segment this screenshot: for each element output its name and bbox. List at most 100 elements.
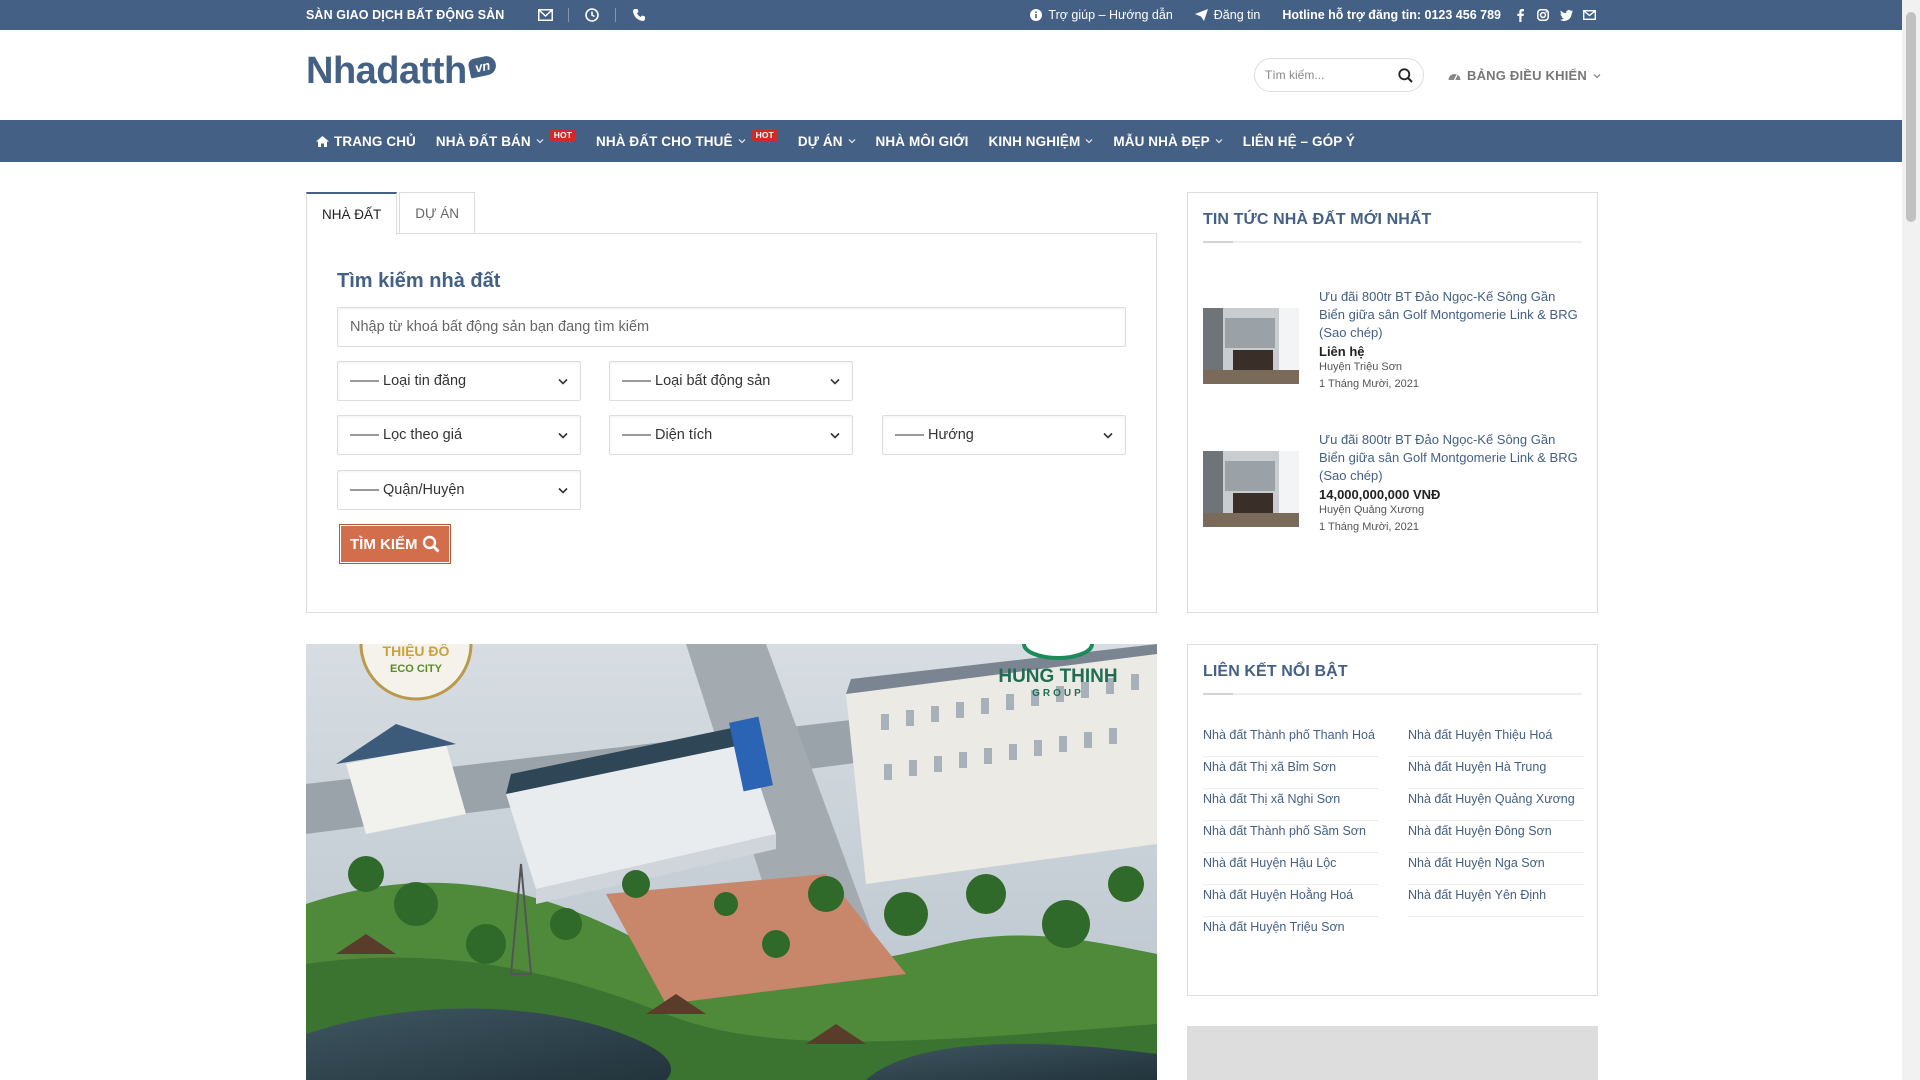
chevron-down-icon bbox=[1103, 432, 1113, 439]
info-icon bbox=[1030, 9, 1043, 21]
home-icon bbox=[316, 135, 329, 147]
direction-select[interactable]: —— Hướng bbox=[882, 415, 1126, 455]
district-select[interactable]: —— Quận/Huyện bbox=[337, 470, 581, 510]
project-banner-image[interactable]: THIỆU ĐÔ ECO CITY HUNG THINH GROUP bbox=[306, 644, 1157, 1080]
featured-links-widget: LIÊN KẾT NỔI BẬT Nhà đất Thành phố Thanh… bbox=[1187, 644, 1598, 996]
banner-logo-right-line1: HUNG THINH bbox=[998, 666, 1117, 687]
news-title[interactable]: Ưu đãi 800tr BT Đảo Ngọc-Kế Sông Gần Biể… bbox=[1319, 431, 1583, 485]
featured-link[interactable]: Nhà đất Huyện Nga Sơn bbox=[1408, 853, 1584, 885]
search-submit-label: TÌM KIẾM bbox=[350, 535, 418, 553]
search-submit-button[interactable]: TÌM KIẾM bbox=[339, 524, 451, 564]
search-tabs: NHÀ ĐẤT DỰ ÁN bbox=[306, 192, 477, 235]
page-scrollbar[interactable] bbox=[1902, 0, 1920, 1080]
featured-link[interactable]: Nhà đất Huyện Hậu Lộc bbox=[1203, 853, 1379, 885]
featured-link[interactable]: Nhà đất Huyện Đông Sơn bbox=[1408, 821, 1584, 853]
chevron-down-icon bbox=[830, 432, 840, 439]
area-select[interactable]: —— Diện tích bbox=[609, 415, 853, 455]
chevron-down-icon bbox=[830, 378, 840, 385]
nav-item-brokers[interactable]: NHÀ MÔI GIỚI bbox=[876, 134, 969, 149]
scrollbar-thumb[interactable] bbox=[1906, 12, 1916, 222]
featured-link[interactable]: Nhà đất Huyện Triệu Sơn bbox=[1203, 917, 1379, 949]
site-header: Nhadatth vn BẢNG ĐIỀU KHIỂN bbox=[0, 30, 1902, 120]
select-value: —— Diện tích bbox=[622, 427, 713, 443]
sidebar-placeholder-box bbox=[1187, 1026, 1598, 1080]
featured-link[interactable]: Nhà đất Huyện Thiệu Hoá bbox=[1408, 725, 1584, 757]
price-filter-select[interactable]: —— Lọc theo giá bbox=[337, 415, 581, 455]
search-icon bbox=[422, 535, 439, 553]
nav-item-sale[interactable]: NHÀ ĐẤT BÁN HOT bbox=[435, 129, 576, 149]
chevron-down-icon bbox=[1085, 138, 1093, 144]
select-value: —— Loại bất động sản bbox=[622, 373, 771, 389]
post-listing-link[interactable]: Đăng tin bbox=[1194, 8, 1261, 22]
mail-icon[interactable] bbox=[1582, 8, 1596, 22]
tab-projects[interactable]: DỰ ÁN bbox=[399, 192, 476, 234]
site-logo[interactable]: Nhadatth vn bbox=[306, 50, 498, 92]
twitter-icon[interactable] bbox=[1559, 8, 1573, 22]
featured-link[interactable]: Nhà đất Huyện Hà Trung bbox=[1408, 757, 1584, 789]
nav-item-label: LIÊN HỆ – GÓP Ý bbox=[1242, 133, 1356, 149]
chevron-down-icon bbox=[558, 487, 568, 494]
nav-item-experience[interactable]: KINH NGHIỆM bbox=[989, 134, 1094, 149]
post-listing-label: Đăng tin bbox=[1213, 8, 1261, 22]
header-search bbox=[1254, 58, 1424, 92]
news-thumbnail[interactable] bbox=[1203, 451, 1299, 527]
featured-link[interactable]: Nhà đất Thị xã Nghi Sơn bbox=[1203, 789, 1379, 821]
featured-link[interactable]: Nhà đất Huyện Yên Định bbox=[1408, 885, 1584, 917]
dashboard-menu[interactable]: BẢNG ĐIỀU KHIỂN bbox=[1448, 68, 1601, 83]
header-search-input[interactable] bbox=[1265, 68, 1385, 82]
search-panel-title: Tìm kiếm nhà đất bbox=[337, 270, 501, 292]
news-item[interactable]: Ưu đãi 800tr BT Đảo Ngọc-Kế Sông Gần Biể… bbox=[1203, 431, 1583, 541]
featured-link[interactable]: Nhà đất Thành phố Sầm Sơn bbox=[1203, 821, 1379, 853]
clock-icon[interactable] bbox=[583, 6, 601, 24]
news-thumbnail[interactable] bbox=[1203, 308, 1299, 384]
dashboard-icon bbox=[1448, 73, 1461, 80]
facebook-icon[interactable] bbox=[1513, 8, 1527, 22]
phone-icon[interactable] bbox=[630, 6, 648, 24]
news-location: Huyện Quảng Xương bbox=[1319, 504, 1425, 516]
help-link-label: Trợ giúp – Hướng dẫn bbox=[1048, 8, 1173, 22]
envelope-icon[interactable] bbox=[536, 6, 554, 24]
news-date: 1 Tháng Mười, 2021 bbox=[1319, 378, 1419, 390]
main-nav: TRANG CHỦ NHÀ ĐẤT BÁN HOT NHÀ ĐẤT CHO TH… bbox=[0, 120, 1902, 162]
topbar: SÀN GIAO DỊCH BẤT ĐỘNG SẢN Trợ giúp – Hư… bbox=[0, 0, 1902, 30]
latest-news-widget: TIN TỨC NHÀ ĐẤT MỚI NHẤT Ưu đãi 800tr BT… bbox=[1187, 192, 1598, 613]
news-item[interactable]: Ưu đãi 800tr BT Đảo Ngọc-Kế Sông Gần Biể… bbox=[1203, 288, 1583, 398]
nav-item-label: KINH NGHIỆM bbox=[988, 133, 1081, 149]
nav-item-house-designs[interactable]: MẪU NHÀ ĐẸP bbox=[1113, 133, 1223, 149]
nav-item-label: DỰ ÁN bbox=[797, 133, 843, 149]
news-body: Ưu đãi 800tr BT Đảo Ngọc-Kế Sông Gần Biể… bbox=[1319, 288, 1583, 393]
nav-item-rent[interactable]: NHÀ ĐẤT CHO THUÊ HOT bbox=[596, 129, 778, 149]
chevron-down-icon bbox=[558, 378, 568, 385]
select-value: —— Hướng bbox=[895, 427, 974, 443]
select-value: —— Loại tin đăng bbox=[350, 373, 467, 389]
help-link[interactable]: Trợ giúp – Hướng dẫn bbox=[1030, 8, 1173, 22]
nav-item-home[interactable]: TRANG CHỦ bbox=[316, 134, 416, 149]
featured-link[interactable]: Nhà đất Huyện Quảng Xương bbox=[1408, 789, 1584, 821]
chevron-down-icon bbox=[536, 138, 544, 144]
keyword-input[interactable] bbox=[337, 307, 1126, 347]
featured-link[interactable]: Nhà đất Huyện Hoằng Hoá bbox=[1203, 885, 1379, 917]
social-links bbox=[1513, 8, 1596, 22]
news-title[interactable]: Ưu đãi 800tr BT Đảo Ngọc-Kế Sông Gần Biể… bbox=[1319, 288, 1583, 342]
chevron-down-icon bbox=[848, 138, 856, 144]
chevron-down-icon bbox=[738, 138, 746, 144]
featured-link[interactable]: Nhà đất Thị xã Bỉm Sơn bbox=[1203, 757, 1379, 789]
featured-link[interactable]: Nhà đất Thành phố Thanh Hoá bbox=[1203, 725, 1379, 757]
news-price: Liên hệ bbox=[1319, 344, 1365, 359]
banner-logo-left-line2: ECO CITY bbox=[390, 663, 443, 675]
nav-item-contact[interactable]: LIÊN HỆ – GÓP Ý bbox=[1243, 134, 1355, 149]
topbar-divider bbox=[568, 8, 570, 22]
search-icon[interactable] bbox=[1398, 67, 1413, 83]
featured-links-title: LIÊN KẾT NỔI BẬT bbox=[1203, 663, 1348, 680]
topbar-divider bbox=[615, 8, 617, 22]
nav-item-projects[interactable]: DỰ ÁN bbox=[798, 134, 856, 149]
latest-news-title: TIN TỨC NHÀ ĐẤT MỚI NHẤT bbox=[1203, 211, 1432, 228]
property-type-select[interactable]: —— Loại bất động sản bbox=[609, 361, 853, 401]
news-price: 14,000,000,000 VNĐ bbox=[1319, 487, 1441, 502]
instagram-icon[interactable] bbox=[1536, 8, 1550, 22]
listing-type-select[interactable]: —— Loại tin đăng bbox=[337, 361, 581, 401]
nav-item-label: NHÀ ĐẤT BÁN bbox=[435, 133, 531, 149]
nav-item-label: MẪU NHÀ ĐẸP bbox=[1113, 133, 1210, 149]
tab-real-estate[interactable]: NHÀ ĐẤT bbox=[306, 192, 398, 235]
logo-text: Nhadatth bbox=[306, 50, 467, 92]
